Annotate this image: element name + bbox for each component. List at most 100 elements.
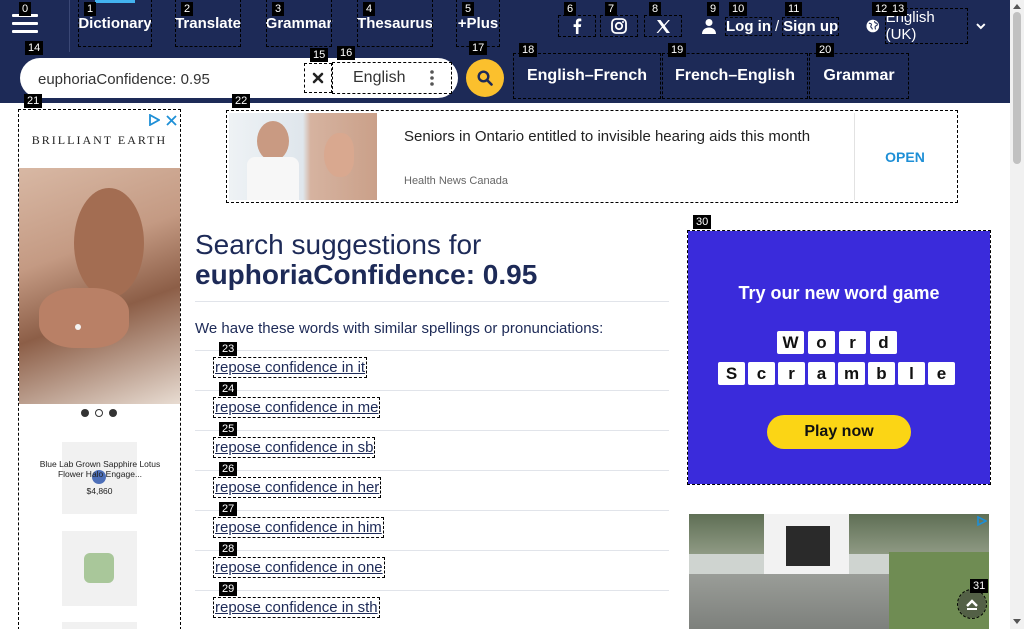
close-ad-icon[interactable] (166, 115, 177, 126)
login-badge-2: 10 (729, 2, 748, 16)
suggestion-link[interactable]: repose confidence in sth (213, 597, 380, 618)
menu-icon[interactable] (12, 14, 38, 36)
x-logo-icon (656, 19, 670, 33)
word-scramble-promo[interactable]: Try our new word game W o r d S c r a m … (687, 230, 991, 485)
page-title-query: euphoriaConfidence: 0.95 (195, 259, 538, 290)
suggestion-badge: 29 (219, 582, 238, 596)
suggestion-link[interactable]: repose confidence in sb (212, 437, 376, 458)
nav-plus-label: +Plus (457, 14, 499, 32)
letter-tile: c (748, 362, 775, 385)
nav-grammar-badge: 3 (272, 2, 285, 16)
link-french-english[interactable]: French–English (662, 53, 808, 99)
auth-separator: / (775, 17, 780, 35)
signup-badge: 11 (785, 2, 803, 16)
letter-tile: o (808, 331, 835, 354)
suggestion-badge: 23 (219, 342, 238, 356)
close-icon (312, 72, 324, 84)
scramble-row-1: W o r d (777, 331, 897, 354)
scramble-row-2: S c r a m b l e (718, 362, 955, 385)
signup-link[interactable]: Sign up (782, 16, 840, 36)
sidebar-ad-jewelry[interactable]: BRILLIANT EARTH Blue Lab Grown Sapphire … (18, 109, 181, 629)
link-grammar[interactable]: Grammar (809, 53, 909, 99)
nav-thesaurus-badge: 4 (363, 2, 376, 16)
scroll-top-button[interactable] (957, 589, 987, 619)
video-ad[interactable] (689, 514, 989, 629)
letter-tile: r (778, 362, 805, 385)
adchoices-icon (977, 516, 987, 526)
play-now-button[interactable]: Play now (767, 415, 911, 449)
ad-open-button[interactable]: OPEN (855, 149, 955, 165)
link-french-english-badge: 19 (668, 43, 687, 57)
clear-search-button[interactable] (304, 63, 332, 93)
nav-thesaurus-label: Thesaurus (357, 14, 433, 32)
suggestion-link[interactable]: repose confidence in him (213, 517, 384, 538)
facebook-link[interactable] (558, 15, 596, 37)
x-badge: 8 (649, 2, 662, 16)
letter-tile: W (777, 331, 804, 354)
ad-headline: Seniors in Ontario entitled to invisible… (404, 128, 811, 145)
letter-tile: e (928, 362, 955, 385)
instagram-icon (611, 18, 627, 34)
scroll-down-arrow-icon[interactable] (1013, 619, 1021, 625)
language-badge-2: 13 (889, 2, 908, 16)
page-title: Search suggestions for euphoriaConfidenc… (195, 230, 537, 290)
letter-tile: d (870, 331, 897, 354)
ad-product-image-3 (62, 622, 137, 629)
ad-brand-logo: BRILLIANT EARTH (31, 133, 168, 147)
letter-tile: a (808, 362, 835, 385)
ad-product-image-2 (62, 531, 137, 606)
link-grammar-badge: 20 (816, 43, 835, 57)
list-divider (195, 430, 669, 431)
list-divider (195, 550, 669, 551)
link-french-english-label: French–English (674, 67, 796, 84)
suggestion-badge: 25 (219, 422, 238, 436)
list-divider (195, 590, 669, 591)
search-button-badge: 17 (469, 41, 488, 55)
scroll-up-arrow-icon[interactable] (1013, 3, 1021, 9)
divider (195, 301, 669, 302)
suggestion-link[interactable]: repose confidence in it (212, 357, 368, 378)
dictionary-language-select[interactable]: English (332, 62, 452, 94)
search-input[interactable] (36, 60, 300, 98)
ad-source: Health News Canada (404, 175, 508, 187)
search-badge: 14 (25, 41, 44, 55)
video-truck (764, 514, 849, 574)
dictionary-language-label: English (353, 69, 406, 86)
nav-dictionary-badge: 1 (84, 2, 97, 16)
nav-divider (69, 0, 70, 52)
link-english-french-badge: 18 (519, 43, 538, 57)
ad-doctor-image (229, 113, 377, 200)
suggestion-link[interactable]: repose confidence in one (213, 557, 385, 578)
suggestion-badge: 28 (219, 542, 238, 556)
x-link[interactable] (644, 15, 682, 37)
promo-title: Try our new word game (738, 283, 940, 303)
more-vertical-icon (430, 70, 434, 86)
list-divider (195, 390, 669, 391)
page-title-line1: Search suggestions for (195, 229, 482, 260)
instagram-link[interactable] (600, 15, 638, 37)
menu-badge: 0 (19, 2, 32, 16)
scroll-top-badge: 31 (970, 579, 989, 593)
link-english-french[interactable]: English–French (513, 53, 661, 99)
suggestion-link[interactable]: repose confidence in her (212, 477, 382, 498)
instagram-badge: 7 (605, 2, 618, 16)
letter-tile: r (839, 331, 866, 354)
scrollbar-thumb[interactable] (1013, 12, 1021, 164)
nav-dictionary-label: Dictionary (78, 14, 152, 32)
top-ad-badge: 22 (232, 94, 251, 108)
nav-translate-label: Translate (175, 14, 241, 32)
login-link[interactable]: Log in (725, 16, 772, 36)
facebook-icon (573, 18, 582, 34)
suggestion-link[interactable]: repose confidence in me (212, 397, 381, 418)
suggestion-badge: 27 (219, 502, 238, 516)
left-ad-badge: 21 (24, 94, 43, 108)
link-english-french-label: English–French (526, 67, 648, 84)
nav-translate-badge: 2 (181, 2, 194, 16)
site-language-selector[interactable]: English (UK) (866, 8, 986, 44)
search-button[interactable] (466, 59, 504, 97)
banner-ad-hearing[interactable]: Seniors in Ontario entitled to invisible… (226, 110, 958, 203)
suggestion-badge: 26 (219, 462, 238, 476)
search-icon (477, 70, 493, 86)
carousel-dots[interactable] (81, 409, 117, 417)
list-divider (195, 350, 669, 351)
